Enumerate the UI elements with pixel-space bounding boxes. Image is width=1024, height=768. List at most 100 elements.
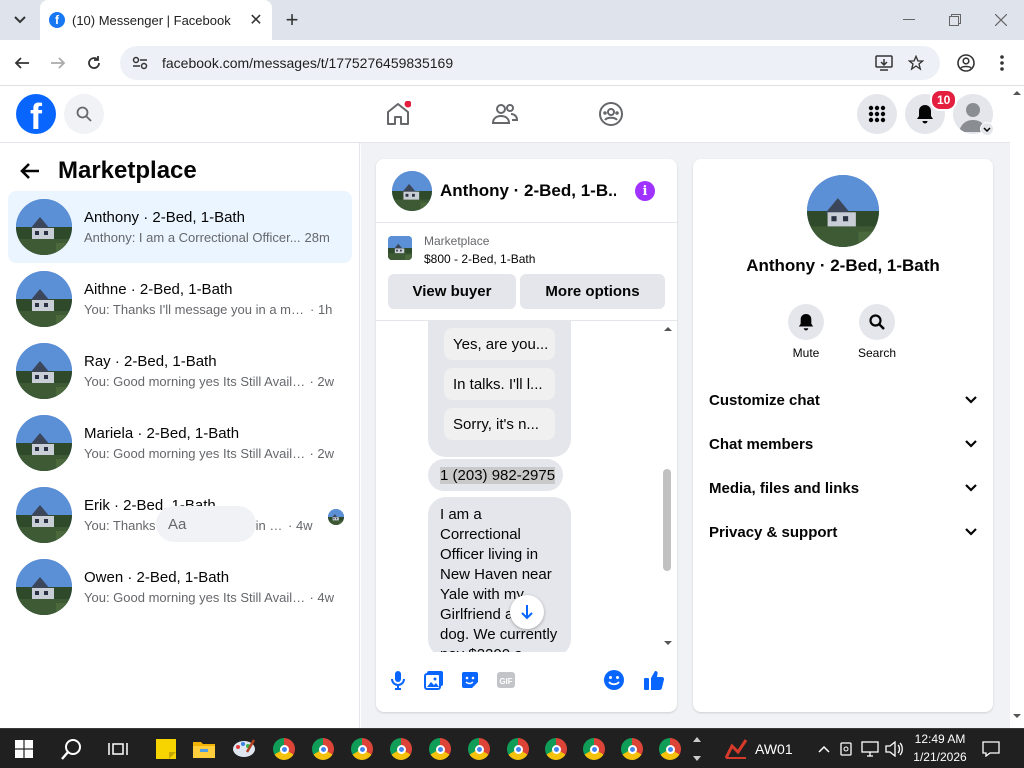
bookmark-star-icon[interactable] [902, 49, 930, 77]
reload-button[interactable] [81, 50, 107, 76]
conversation-item[interactable]: Owen · 2-Bed, 1-Bath You: Good morning y… [8, 551, 352, 623]
chrome-app[interactable] [307, 733, 339, 765]
chevron-up-icon [818, 745, 830, 753]
conversation-preview: You: Good morning yes Its Still Availa..… [84, 590, 306, 605]
tab-search-dropdown[interactable] [6, 6, 34, 34]
chrome-app[interactable] [268, 733, 300, 765]
customize-chat-section[interactable]: Customize chat [709, 382, 977, 418]
emoji-button[interactable] [600, 666, 628, 694]
phone-number[interactable]: 1 (203) 982-2975 [440, 466, 556, 484]
clock-date[interactable]: 1/21/2026 [910, 750, 970, 764]
mute-action[interactable]: Mute [776, 304, 836, 360]
like-button[interactable] [640, 666, 668, 694]
message-icon [982, 741, 1000, 757]
listing-price[interactable]: $800 - 2-Bed, 1-Bath [424, 252, 535, 266]
quick-reply-button[interactable]: Yes, are you... [444, 328, 555, 360]
conversation-item[interactable]: Anthony · 2-Bed, 1-Bath Anthony: I am a … [8, 191, 352, 263]
chrome-app[interactable] [502, 733, 534, 765]
site-settings-icon[interactable] [126, 49, 154, 77]
chart-tool-icon [724, 739, 748, 759]
account-chevron-icon[interactable] [980, 122, 994, 136]
back-arrow-icon[interactable] [20, 162, 40, 180]
chat-members-section[interactable]: Chat members [709, 426, 977, 462]
menu-button[interactable] [857, 94, 897, 134]
groups-nav[interactable] [593, 96, 629, 132]
conversation-name: Mariela · 2-Bed, 1-Bath [84, 425, 240, 442]
search-action[interactable]: Search [847, 304, 907, 360]
conversation-preview: Anthony: I am a Correctional Officer... [84, 230, 301, 245]
chrome-app[interactable] [578, 733, 610, 765]
address-bar[interactable]: facebook.com/messages/t/1775276459835169 [120, 46, 940, 80]
page-scrollbar[interactable] [1010, 86, 1024, 728]
restore-icon [949, 14, 961, 26]
chrome-app[interactable] [385, 733, 417, 765]
task-view-button[interactable] [102, 733, 134, 765]
media-files-links-section[interactable]: Media, files and links [709, 470, 977, 506]
attach-photo-button[interactable] [420, 666, 448, 694]
chevron-down-icon [14, 16, 26, 24]
chrome-app[interactable] [540, 733, 572, 765]
arrow-down-icon [521, 605, 533, 620]
scrollbar-thumb[interactable] [663, 469, 671, 571]
browser-tab[interactable]: f (10) Messenger | Facebook ✕ [40, 0, 272, 40]
chrome-app[interactable] [346, 733, 378, 765]
conversation-item[interactable]: Ray · 2-Bed, 1-Bath You: Good morning ye… [8, 335, 352, 407]
clock-time[interactable]: 12:49 AM [914, 732, 966, 746]
view-buyer-button[interactable]: View buyer [388, 274, 516, 309]
forward-button[interactable] [45, 50, 71, 76]
quick-reply-button[interactable]: Sorry, it's n... [444, 408, 555, 440]
groups-icon [599, 102, 623, 126]
conversation-name: Ray · 2-Bed, 1-Bath [84, 353, 217, 370]
facebook-logo[interactable]: f [16, 94, 56, 134]
message-thread: Yes, are you... In talks. I'll l... Sorr… [376, 321, 677, 652]
sticky-notes-app[interactable] [150, 733, 182, 765]
start-button[interactable] [8, 733, 40, 765]
paint-app[interactable] [228, 733, 260, 765]
facebook-search-button[interactable] [64, 94, 104, 134]
info-icon[interactable]: i [635, 181, 655, 201]
conversation-item[interactable]: Aithne · 2-Bed, 1-Bath You: Thanks I'll … [8, 263, 352, 335]
smiley-icon [604, 670, 624, 690]
close-icon [995, 14, 1007, 26]
chrome-app[interactable] [463, 733, 495, 765]
close-window-button[interactable] [978, 0, 1024, 40]
voice-clip-button[interactable] [384, 666, 412, 694]
close-tab-icon[interactable]: ✕ [246, 10, 266, 30]
chrome-icon [545, 738, 567, 760]
restore-button[interactable] [932, 0, 978, 40]
new-tab-button[interactable]: + [280, 8, 304, 32]
chrome-icon [659, 738, 681, 760]
windows-logo-icon [15, 740, 33, 758]
browser-menu-button[interactable] [989, 50, 1015, 76]
profile-button[interactable] [953, 50, 979, 76]
chrome-app[interactable] [616, 733, 648, 765]
sticker-button[interactable] [456, 666, 484, 694]
notification-center-button[interactable] [975, 733, 1007, 765]
taskbar-overflow-arrows[interactable] [692, 733, 704, 765]
volume-icon[interactable] [880, 733, 908, 765]
more-options-button[interactable]: More options [520, 274, 665, 309]
tray-app[interactable] [720, 733, 752, 765]
scroll-to-bottom-button[interactable] [510, 595, 544, 629]
chrome-app[interactable] [654, 733, 686, 765]
chrome-app[interactable] [424, 733, 456, 765]
notification-badge: 10 [930, 89, 958, 111]
facebook-header: f [0, 86, 1010, 143]
minimize-button[interactable] [886, 0, 932, 40]
chat-header[interactable]: Anthony · 2-Bed, 1-B... i [376, 159, 677, 223]
thumbs-up-icon [644, 671, 665, 690]
chevron-down-icon [965, 528, 977, 536]
conversation-item[interactable]: Mariela · 2-Bed, 1-Bath You: Good mornin… [8, 407, 352, 479]
taskbar-search-button[interactable] [56, 733, 88, 765]
file-explorer-app[interactable] [188, 733, 220, 765]
gif-button[interactable]: GIF [492, 666, 520, 694]
back-button[interactable] [9, 50, 35, 76]
privacy-support-section[interactable]: Privacy & support [709, 514, 977, 550]
home-nav[interactable] [380, 96, 416, 132]
home-icon [387, 101, 411, 125]
listing-thumbnail[interactable] [388, 236, 412, 260]
install-app-icon[interactable] [870, 49, 898, 77]
quick-reply-button[interactable]: In talks. I'll l... [444, 368, 555, 400]
friends-nav[interactable] [487, 96, 523, 132]
message-input[interactable]: Aa [156, 506, 256, 542]
